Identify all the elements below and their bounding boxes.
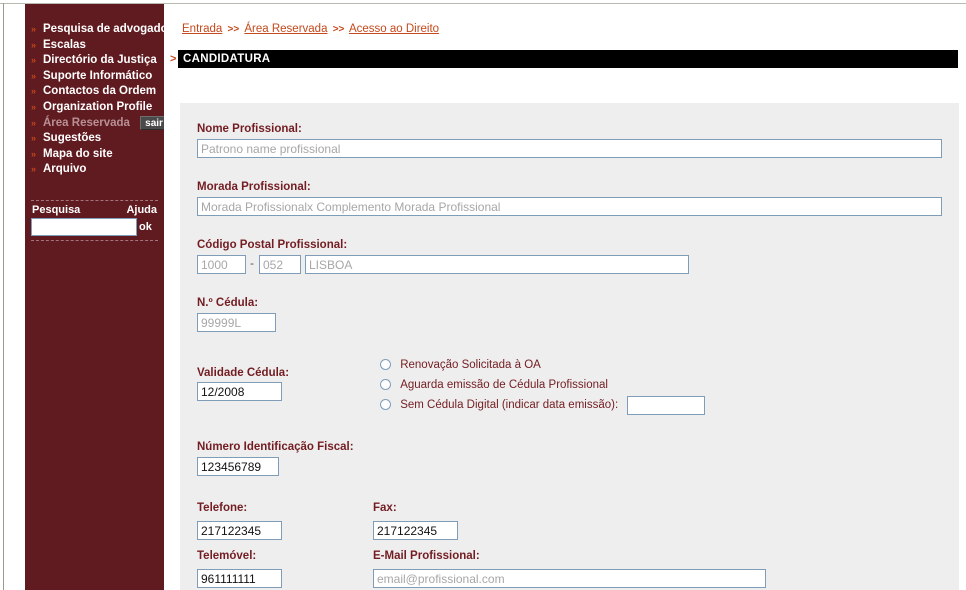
left-gutter-divider	[3, 3, 4, 590]
radio-option-label: Aguarda emissão de Cédula Profissional	[400, 379, 608, 391]
search-label: Pesquisa	[32, 204, 81, 216]
label-nif: Número Identificação Fiscal:	[197, 441, 354, 453]
label-email-profissional: E-Mail Profissional:	[373, 550, 480, 562]
search-input[interactable]	[31, 218, 137, 236]
radio-option-label: Sem Cédula Digital (indicar data emissão…	[400, 399, 619, 411]
sidebar-search-block: Pesquisa Ajuda ok	[31, 200, 158, 241]
input-data-emissao[interactable]	[627, 395, 706, 415]
sidebar-item-arquivo[interactable]: » Arquivo	[25, 162, 164, 178]
input-codigo-postal-localidade[interactable]	[305, 255, 689, 274]
label-telefone: Telefone:	[197, 502, 248, 514]
radio-option-label: Renovação Solicitada à OA	[400, 359, 541, 371]
search-input-row: ok	[31, 218, 158, 240]
form-panel: Nome Profissional: Morada Profissional: …	[180, 103, 959, 590]
sidebar-item-label: Pesquisa de advogados	[43, 23, 175, 35]
sidebar-item-mapa-do-site[interactable]: » Mapa do site	[25, 147, 164, 163]
input-codigo-postal-part2[interactable]	[259, 255, 301, 274]
sidebar-item-organization-profile[interactable]: » Organization Profile	[25, 100, 164, 116]
input-validade-cedula[interactable]	[197, 382, 282, 401]
radio-option-aguarda-emissao[interactable]: Aguarda emissão de Cédula Profissional	[380, 375, 705, 395]
sidebar-item-label: Mapa do site	[43, 147, 113, 160]
chevron-right-icon: »	[31, 39, 37, 50]
radio-option-sem-cedula-digital[interactable]: Sem Cédula Digital (indicar data emissão…	[380, 395, 706, 415]
breadcrumb-item-acesso-ao-direito[interactable]: Acesso ao Direito	[349, 23, 439, 35]
input-telemovel[interactable]	[197, 569, 282, 588]
chevron-right-icon: »	[31, 148, 37, 159]
sidebar-item-contactos-ordem[interactable]: » Contactos da Ordem	[25, 84, 164, 100]
sidebar-item-label: Escalas	[43, 38, 86, 51]
input-telefone[interactable]	[197, 521, 282, 540]
main-content: Entrada >> Área Reservada >> Acesso ao D…	[164, 4, 959, 590]
breadcrumb-item-area-reservada[interactable]: Área Reservada	[244, 23, 327, 35]
search-submit-button[interactable]: ok	[137, 218, 152, 236]
sidebar-item-pesquisa-advogados[interactable]: » Pesquisa de advogados	[25, 22, 174, 38]
breadcrumb-separator: >>	[332, 24, 345, 35]
sidebar-nav: » Pesquisa de advogados » Escalas » Dire…	[25, 4, 174, 178]
sidebar-item-label: Directório da Justiça	[43, 54, 157, 67]
divider-bottom	[31, 240, 158, 241]
sidebar-item-label: Área Reservada	[43, 116, 130, 129]
input-numero-cedula[interactable]	[197, 313, 276, 332]
sidebar-item-sugestoes[interactable]: » Sugestões	[25, 131, 164, 147]
label-validade-cedula: Validade Cédula:	[197, 367, 290, 379]
input-fax[interactable]	[373, 521, 458, 540]
sidebar-item-label: Organization Profile	[43, 100, 153, 113]
chevron-right-icon: »	[31, 133, 37, 144]
input-morada-profissional[interactable]	[197, 197, 942, 216]
page-root: » Pesquisa de advogados » Escalas » Dire…	[0, 0, 966, 590]
sidebar-item-label: Sugestões	[43, 132, 102, 145]
label-fax: Fax:	[373, 502, 397, 514]
radio-button-icon[interactable]	[380, 398, 391, 410]
input-email-profissional[interactable]	[373, 569, 766, 588]
sidebar-item-label: Contactos da Ordem	[43, 85, 157, 98]
chevron-right-icon: »	[31, 86, 37, 97]
sidebar-item-area-reservada[interactable]: » Área Reservada sair	[25, 115, 168, 132]
sidebar-item-directorio-justica[interactable]: » Directório da Justiça	[25, 53, 164, 69]
sidebar: » Pesquisa de advogados » Escalas » Dire…	[25, 4, 174, 590]
section-arrow-icon: >	[170, 53, 177, 65]
sidebar-item-label: Suporte Informático	[43, 69, 153, 82]
sidebar-item-label: Arquivo	[43, 163, 87, 176]
chevron-right-icon: »	[31, 70, 37, 81]
codigo-postal-separator: -	[250, 256, 254, 270]
radio-option-renovacao[interactable]: Renovação Solicitada à OA	[380, 355, 705, 375]
input-nome-profissional[interactable]	[197, 139, 942, 158]
sidebar-item-escalas[interactable]: » Escalas	[25, 38, 164, 54]
breadcrumb: Entrada >> Área Reservada >> Acesso ao D…	[182, 23, 439, 35]
label-codigo-postal: Código Postal Profissional:	[197, 239, 348, 251]
radio-button-icon[interactable]	[380, 358, 391, 370]
page-title: CANDIDATURA	[178, 50, 958, 68]
input-codigo-postal-part1[interactable]	[197, 255, 246, 274]
label-nome-profissional: Nome Profissional:	[197, 123, 302, 135]
help-link[interactable]: Ajuda	[126, 204, 157, 216]
chevron-right-icon: »	[31, 24, 37, 34]
search-labels-row: Pesquisa Ajuda	[31, 201, 158, 218]
input-nif[interactable]	[197, 457, 279, 476]
sidebar-item-suporte-informatico[interactable]: » Suporte Informático	[25, 69, 164, 85]
cedula-status-radio-group: Renovação Solicitada à OA Aguarda emissã…	[380, 355, 706, 415]
chevron-right-icon: »	[31, 164, 37, 175]
chevron-right-icon: »	[31, 55, 37, 66]
radio-button-icon[interactable]	[380, 378, 391, 390]
label-numero-cedula: N.º Cédula:	[197, 297, 259, 309]
label-morada-profissional: Morada Profissional:	[197, 181, 311, 193]
label-telemovel: Telemóvel:	[197, 550, 257, 562]
breadcrumb-item-entrada[interactable]: Entrada	[182, 23, 222, 35]
chevron-right-icon: »	[31, 101, 37, 112]
breadcrumb-separator: >>	[227, 24, 240, 35]
chevron-right-icon: »	[31, 117, 37, 128]
